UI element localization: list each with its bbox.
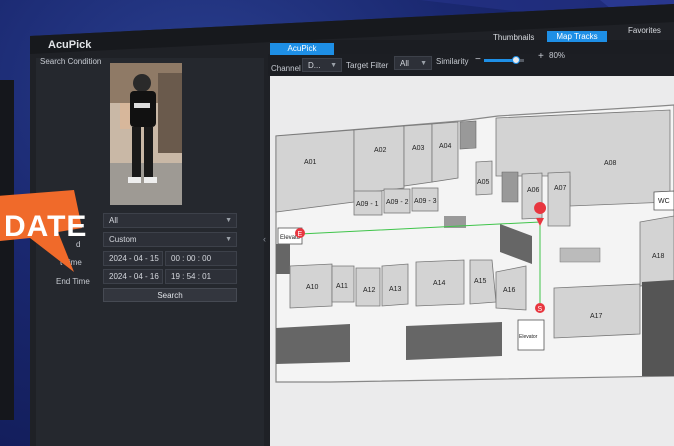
room-label-a03: A03 (412, 145, 425, 152)
channel-select[interactable]: D... ▼ (302, 58, 342, 72)
tab-acupick[interactable]: AcuPick (270, 43, 334, 55)
chevron-down-icon: ▼ (330, 62, 337, 69)
svg-text:‹: ‹ (263, 234, 266, 244)
update-badge-text: DATE (4, 210, 88, 243)
room-a01[interactable] (275, 129, 355, 213)
room-label-a06: A06 (527, 187, 540, 194)
room-label-a09-1: A09 - 1 (356, 201, 379, 208)
similarity-plus-icon[interactable]: + (538, 51, 544, 62)
target-person-image (110, 63, 182, 205)
similarity-label: Similarity (436, 57, 469, 66)
room-label-wc: WC (658, 198, 670, 205)
similarity-slider-knob[interactable] (512, 56, 520, 64)
tab-thumbnails[interactable]: Thumbnails (493, 33, 534, 42)
mode-select-value: Custom (109, 235, 137, 244)
chevron-down-icon: ▼ (225, 236, 232, 243)
room-label-a04: A04 (439, 143, 452, 150)
search-condition-heading: Search Condition (40, 57, 102, 66)
room-label-a01: A01 (304, 159, 317, 166)
search-button[interactable]: Search (103, 288, 237, 302)
room-a18[interactable] (639, 215, 674, 287)
type-select[interactable]: All ▼ (103, 213, 237, 228)
type-select-value: All (109, 216, 118, 225)
room-label-a13: A13 (389, 286, 402, 293)
target-filter-select[interactable]: All ▼ (394, 56, 432, 70)
app-title: AcuPick (48, 39, 92, 51)
start-time-input[interactable]: 00 : 00 : 00 (165, 251, 237, 266)
channel-select-value: D... (308, 61, 321, 70)
stairs-mid (501, 171, 519, 203)
elevator-bottom-label: Elevator (519, 334, 538, 340)
room-label-a08: A08 (604, 160, 617, 167)
room-label-a02: A02 (374, 147, 387, 154)
room-label-a09-2: A09 - 2 (386, 199, 409, 206)
stairs-top (459, 120, 477, 150)
similarity-minus-icon[interactable]: − (475, 54, 481, 65)
room-label-a14: A14 (433, 280, 446, 287)
wall-right (642, 280, 674, 376)
mode-select[interactable]: Custom ▼ (103, 232, 237, 247)
room-label-a12: A12 (363, 287, 376, 294)
start-date-input[interactable]: 2024 - 04 - 15 (103, 251, 163, 266)
wall-bottom-1 (276, 324, 350, 364)
room-a04[interactable] (431, 121, 459, 183)
similarity-value: 80% (549, 51, 566, 60)
room-label-a15: A15 (474, 278, 487, 285)
similarity-slider[interactable] (484, 56, 524, 64)
channel-label: Channel (271, 64, 301, 73)
target-filter-value: All (400, 59, 409, 68)
floor-map[interactable]: A01 A02 A03 A04 A05 A06 A07 A08 A09 - 1 … (270, 76, 674, 446)
end-time-label: End Time (56, 277, 90, 286)
room-label-a07: A07 (554, 185, 567, 192)
room-label-a10: A10 (306, 284, 319, 291)
end-date-input[interactable]: 2024 - 04 - 16 (103, 269, 163, 284)
room-a05[interactable] (475, 160, 493, 196)
end-marker-label: S (538, 306, 543, 313)
room-a17[interactable] (553, 283, 641, 339)
start-marker-label: E (298, 231, 303, 238)
chevron-down-icon: ▼ (225, 217, 232, 224)
room-label-a09-3: A09 - 3 (414, 198, 437, 205)
room-label-a18: A18 (652, 253, 665, 260)
target-filter-label: Target Filter (346, 61, 389, 70)
room-a13[interactable] (381, 263, 409, 307)
room-label-a11: A11 (336, 283, 348, 290)
chevron-down-icon: ▼ (420, 60, 427, 67)
wall-left (276, 244, 290, 274)
room-a03[interactable] (403, 123, 433, 187)
room-label-a16: A16 (503, 287, 516, 294)
room-label-a05: A05 (477, 179, 490, 186)
end-time-input[interactable]: 19 : 54 : 01 (165, 269, 237, 284)
room-a07[interactable] (547, 171, 571, 227)
tab-favorites[interactable]: Favorites (628, 26, 661, 35)
room-a02[interactable] (353, 125, 405, 195)
room-label-a17: A17 (590, 313, 603, 320)
stairs-right (559, 247, 601, 263)
wall-bottom-2 (406, 322, 502, 360)
tab-map-tracks[interactable]: Map Tracks (547, 31, 607, 42)
